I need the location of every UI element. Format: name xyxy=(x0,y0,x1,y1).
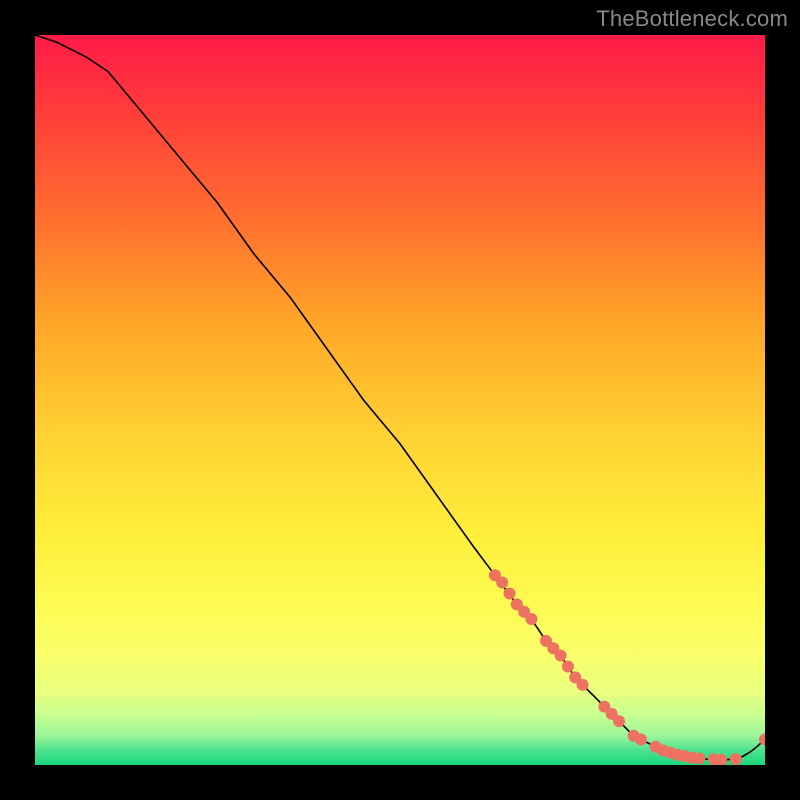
plot-area xyxy=(35,35,765,765)
bottleneck-curve xyxy=(35,35,765,760)
data-marker xyxy=(693,752,705,764)
data-marker xyxy=(730,753,742,765)
data-marker xyxy=(496,577,508,589)
data-marker xyxy=(577,679,589,691)
data-marker xyxy=(555,650,567,662)
data-marker xyxy=(525,613,537,625)
chart-frame: TheBottleneck.com xyxy=(0,0,800,800)
data-marker xyxy=(562,660,574,672)
data-marker xyxy=(635,733,647,745)
chart-svg xyxy=(35,35,765,765)
watermark-text: TheBottleneck.com xyxy=(596,6,788,32)
data-marker xyxy=(504,587,516,599)
data-marker xyxy=(613,715,625,727)
